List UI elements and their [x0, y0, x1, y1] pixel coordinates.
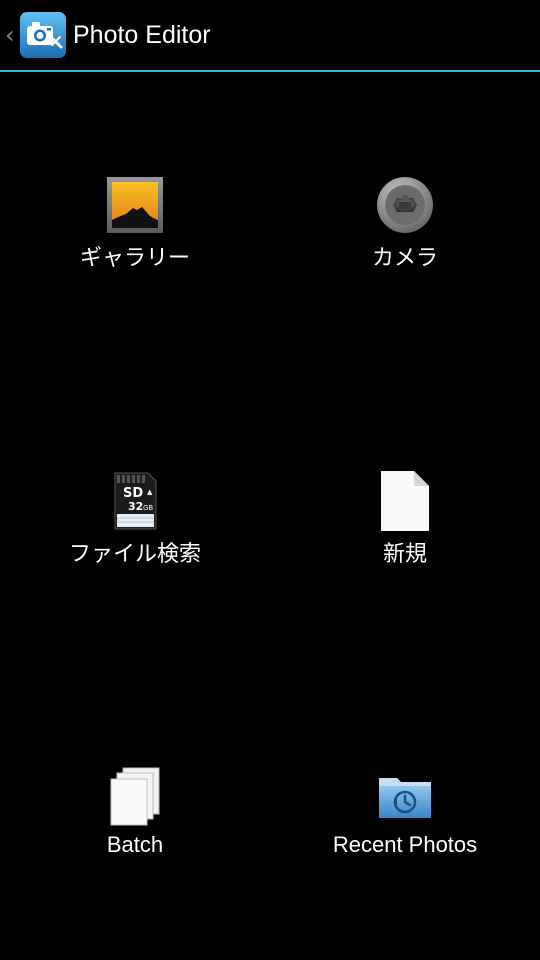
sd-card-capacity: 32 — [128, 500, 143, 513]
gallery-label: ギャラリー — [79, 245, 190, 270]
sd-card-brand: SD — [123, 486, 143, 501]
app-title: Photo Editor — [73, 20, 211, 49]
new-file-icon — [381, 471, 429, 531]
sd-card-icon: SD ▲ 32 GB — [114, 472, 157, 530]
recent-photos-button[interactable]: Recent Photos — [270, 664, 540, 960]
batch-icon — [110, 767, 160, 826]
gallery-button[interactable]: ギャラリー — [0, 72, 270, 368]
file-search-label: ファイル検索 — [68, 541, 201, 566]
up-navigation-button[interactable]: ‹ Photo Editor — [0, 0, 211, 70]
camera-label: カメラ — [371, 245, 438, 270]
camera-app-icon — [20, 12, 66, 58]
chevron-left-icon: ‹ — [5, 21, 15, 49]
new-file-button[interactable]: 新規 — [270, 368, 540, 664]
camera-icon — [377, 177, 433, 233]
camera-button[interactable]: カメラ — [270, 72, 540, 368]
sd-card-unit: GB — [143, 504, 153, 512]
recent-photos-label: Recent Photos — [332, 832, 478, 857]
main-menu-grid: ギャラリー カメラ SD ▲ 32 GB ファイル検索 新規 Batch Rec… — [0, 72, 540, 960]
file-search-button[interactable]: SD ▲ 32 GB ファイル検索 — [0, 368, 270, 664]
action-bar: ‹ Photo Editor — [0, 0, 540, 70]
batch-label: Batch — [106, 832, 164, 857]
svg-text:▲: ▲ — [147, 488, 153, 496]
batch-button[interactable]: Batch — [0, 664, 270, 960]
gallery-icon — [107, 177, 163, 233]
recent-folder-icon — [379, 778, 431, 818]
new-file-label: 新規 — [382, 541, 427, 566]
